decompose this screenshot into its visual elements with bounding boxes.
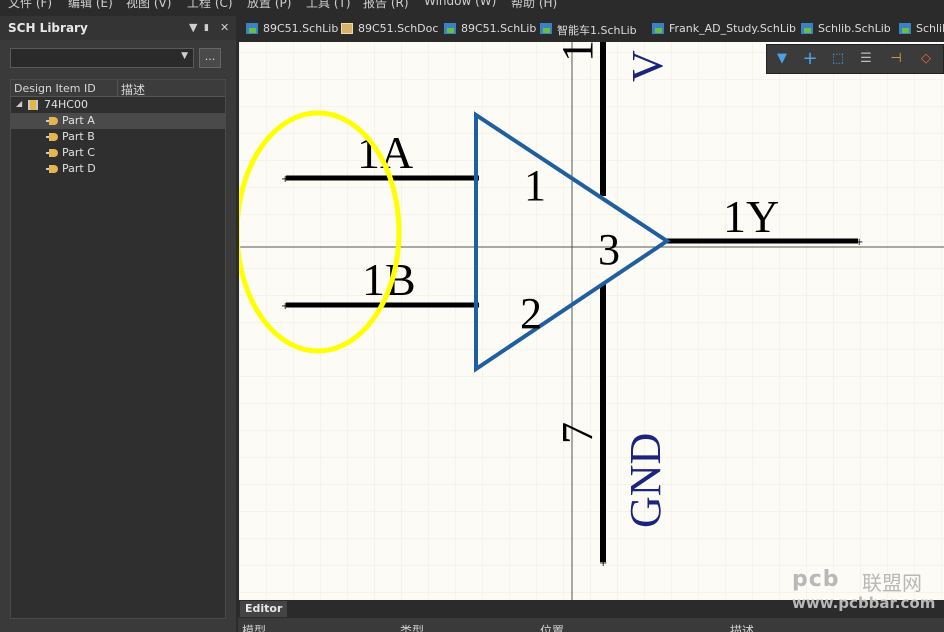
pin-icon[interactable]: ⊣ [887,51,905,67]
watermark-url: www.pcbbar.com [792,594,936,612]
pin-end-marker: + [281,174,289,185]
menu-project[interactable]: 工程 (C) [187,0,233,9]
part-icon [46,165,58,173]
column-design-item-id[interactable]: Design Item ID [14,82,96,95]
power-label-vcc: V [623,50,672,82]
add-icon[interactable]: + [801,50,819,68]
chevron-down-icon: ▼ [181,51,188,61]
column-location[interactable]: 位置 [540,622,564,632]
pin-end-marker: + [281,301,289,312]
pin-number-b: 2 [520,289,542,338]
component-name: 74HC00 [44,98,88,111]
panel-header: SCH Library ▼ ▮ ✕ [0,16,236,40]
panel-title: SCH Library [8,21,88,35]
tab-label: Frank_AD_Study.SchLib [669,22,796,35]
editor-tab[interactable]: Editor [240,601,288,617]
grid [239,42,944,600]
menu-tools[interactable]: 工具 (T) [306,0,351,9]
menu-help[interactable]: 帮助 (H) [511,0,557,9]
part-icon [46,133,58,141]
menu-bar: 文件 (F) 编辑 (E) 视图 (V) 工程 (C) 放置 (P) 工具 (T… [0,0,944,9]
library-filter-combo[interactable]: ▼ [10,48,194,68]
schlib-icon [801,23,813,34]
column-description[interactable]: 描述 [121,81,145,98]
pin-end-marker: + [855,237,863,248]
panel-menu-icon[interactable]: ▼ [189,21,197,34]
part-icon [46,117,58,125]
part-label: Part C [62,146,95,159]
tab-label: Schlib [916,22,944,35]
browse-button[interactable]: ... [199,48,221,68]
schlib-icon [246,23,258,34]
pin-number-a: 1 [524,161,546,210]
model-grid-header: 模型 类型 位置 描述 [238,618,944,632]
component-tree: Design Item ID 描述 ◢ 74HC00 Part A Part B… [10,79,226,619]
menu-reports[interactable]: 报告 (R) [363,0,409,9]
watermark-cn: 联盟网 [862,571,922,595]
tree-part-row[interactable]: Part C [11,145,225,161]
menu-file[interactable]: 文件 (F) [8,0,52,9]
schematic-canvas[interactable]: + + + + 1A 1B 1Y 1 2 3 1 7 V GND ▼ + ⬚ ☰… [239,42,944,600]
tab-label: 智能车1.SchLib [557,24,637,37]
schlib-icon [540,23,552,34]
schlib-icon [652,23,664,34]
filter-icon[interactable]: ▼ [773,51,791,67]
schlib-icon [899,23,911,34]
sch-library-panel: SCH Library ▼ ▮ ✕ ▼ ... Design Item ID 描… [0,16,236,632]
pin-panel-icon[interactable]: ▮ [204,23,209,33]
tab-label: 89C51.SchLib [461,22,537,35]
canvas-toolbar: ▼ + ⬚ ☰ ⊣ ◇ [766,44,944,74]
pin-name-1b: 1B [362,254,416,305]
column-divider[interactable] [117,80,118,96]
tree-part-row[interactable]: Part A [11,113,225,129]
expand-triangle-icon[interactable]: ◢ [16,99,22,108]
tree-part-row[interactable]: Part B [11,129,225,145]
close-panel-icon[interactable]: ✕ [220,21,229,34]
column-type[interactable]: 类型 [400,622,424,632]
tree-component-row[interactable]: ◢ 74HC00 [11,97,225,113]
part-label: Part D [62,162,96,175]
tab-label: Schlib.SchLib [818,22,891,35]
column-description[interactable]: 描述 [730,622,754,632]
document-tabs: 89C51.SchLib 89C51.SchDoc 89C51.SchLib 智… [238,16,944,42]
schematic-drawing: + + + + 1A 1B 1Y 1 2 3 1 7 V GND [239,42,944,600]
tab-label: 89C51.SchLib [263,22,339,35]
menu-window[interactable]: Window (W) [424,0,496,8]
component-icon [28,100,38,110]
schlib-icon [444,23,456,34]
part-label: Part B [62,130,95,143]
tree-part-row[interactable]: Part D [11,161,225,177]
watermark: pcb 联盟网 www.pcbbar.com [792,567,942,617]
column-model[interactable]: 模型 [242,622,266,632]
select-rect-icon[interactable]: ⬚ [829,51,847,67]
pin-number-out: 3 [598,225,620,274]
watermark-brand: pcb [792,567,840,592]
pin-number-vcc: 1 [553,42,602,62]
menu-view[interactable]: 视图 (V) [126,0,171,9]
pin-end-marker: + [599,558,607,569]
tab-label: 89C51.SchDoc [358,22,439,35]
power-label-gnd: GND [621,433,670,528]
part-icon [46,149,58,157]
pin-name-1y: 1Y [723,191,779,242]
pin-number-gnd: 7 [553,422,602,444]
tree-header: Design Item ID 描述 [11,80,225,97]
part-label: Part A [62,114,95,127]
menu-edit[interactable]: 编辑 (E) [68,0,113,9]
menu-place[interactable]: 放置 (P) [247,0,291,9]
align-icon[interactable]: ☰ [857,51,875,67]
schdoc-icon [341,23,353,34]
erase-icon[interactable]: ◇ [917,51,935,67]
